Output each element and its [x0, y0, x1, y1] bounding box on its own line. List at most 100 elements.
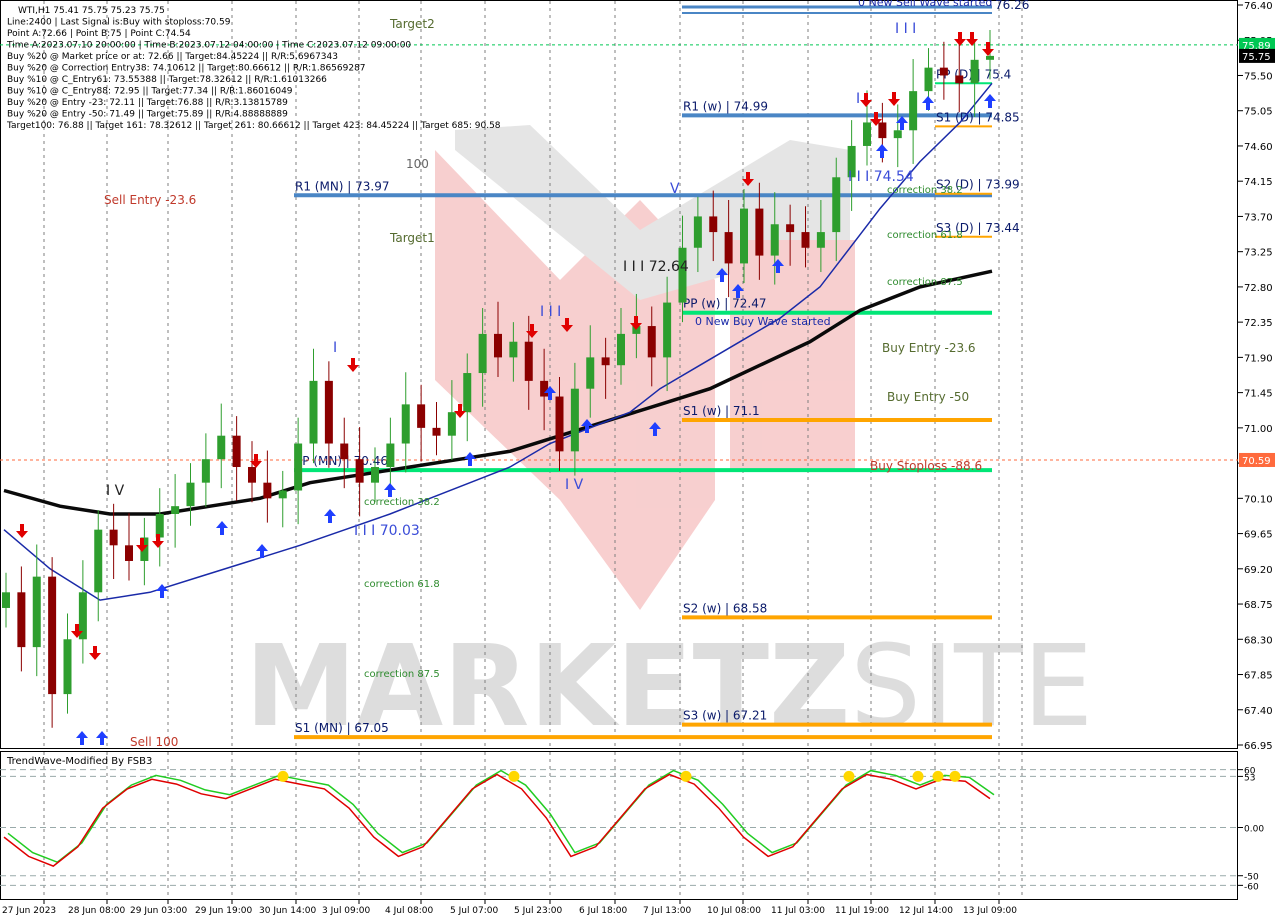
- indicator-tick-label: 0.00: [1244, 825, 1264, 835]
- oscillator-peak-dot: [932, 770, 944, 782]
- annotation-new-buy-wave: 0 New Buy Wave started: [695, 315, 831, 328]
- price-tick-label: 74.60: [1244, 142, 1273, 153]
- candle-body: [278, 490, 287, 499]
- annotation-top-right-value: 76.26: [995, 0, 1029, 12]
- annotation-correction-87-low: correction 87.5: [364, 669, 440, 680]
- info-line: Buy %20 @ Market price or at: 72.66 || T…: [7, 52, 338, 62]
- candle-body: [709, 216, 718, 233]
- candle-body: [63, 639, 72, 695]
- price-tick-label: 69.65: [1244, 530, 1273, 541]
- sell-arrow-icon: [347, 358, 359, 372]
- info-line: Buy %20 @ Entry -50: 71.49 || Target:75.…: [7, 110, 288, 120]
- candle-body: [724, 232, 733, 264]
- indicator-title: TrendWave-Modified By FSB3: [6, 756, 152, 767]
- annotation-new-sell-wave: 0 New Sell Wave started: [858, 0, 992, 9]
- price-tick-label: 72.35: [1244, 318, 1273, 329]
- time-label: 12 Jul 14:00: [899, 906, 953, 916]
- candle-body: [570, 388, 579, 452]
- sell-arrow-icon: [966, 32, 978, 46]
- sell-arrow-icon: [16, 524, 28, 538]
- annotation-roman-i: I: [333, 340, 337, 356]
- oscillator-peak-dot: [277, 770, 289, 782]
- info-line: Line:2400 | Last Signal is:Buy with stop…: [7, 18, 231, 28]
- annotation-wave-70: I I I 70.03: [354, 523, 420, 539]
- buy-arrow-icon: [984, 94, 996, 108]
- candle-body: [786, 224, 795, 233]
- candle-body: [17, 592, 26, 648]
- candle-body: [939, 67, 948, 76]
- candle-body: [263, 482, 272, 499]
- price-tick-label: 73.25: [1244, 248, 1273, 259]
- buy-arrow-icon: [384, 483, 396, 497]
- price-tick-label: 66.95: [1244, 741, 1273, 752]
- candle-body: [355, 459, 364, 483]
- buy-arrow-icon: [216, 521, 228, 535]
- candle-body: [340, 443, 349, 460]
- sell-arrow-icon: [888, 92, 900, 106]
- annotation-correction-87: correction 87.5: [887, 277, 963, 288]
- candle-body: [601, 357, 610, 366]
- indicator-frame: [0, 751, 1238, 900]
- candle-body: [878, 122, 887, 139]
- annotation-correction-38-low: correction 38.2: [364, 497, 440, 508]
- oscillator-peak-dot: [949, 770, 961, 782]
- candle-body: [432, 427, 441, 436]
- price-tick-label: 69.20: [1244, 565, 1273, 576]
- candle-body: [248, 467, 256, 483]
- candle-body: [371, 467, 379, 483]
- oscillator-red-line: [3, 773, 991, 867]
- price-tick-label: 67.85: [1244, 671, 1273, 682]
- annotation-wave-7454: I I I 74.54: [848, 169, 914, 185]
- annotation-roman-iii: I I I: [540, 304, 561, 320]
- annotation-target1: Target1: [389, 231, 435, 245]
- price-tick-label: 75.05: [1244, 107, 1273, 118]
- buy-arrow-icon: [76, 731, 88, 745]
- level-label: S1 (MN) | 67.05: [295, 721, 389, 735]
- annotation-roman-iii-2: I I I: [895, 21, 916, 37]
- buy-arrow-icon: [922, 96, 934, 110]
- level-label: R1 (w) | 74.99: [683, 99, 768, 113]
- candle-body: [109, 529, 118, 546]
- level-label: S2 (w) | 68.58: [683, 601, 767, 615]
- candle-body: [617, 333, 625, 366]
- time-label: 29 Jun 19:00: [195, 906, 252, 916]
- candle-body: [217, 435, 226, 460]
- indicator-tick-label: -50: [1244, 873, 1259, 883]
- candle-body: [294, 443, 303, 491]
- annotation-target2: Target2: [389, 17, 435, 31]
- candle-body: [955, 75, 964, 84]
- price-tick-label: 74.15: [1244, 177, 1273, 188]
- buy-arrow-icon: [464, 452, 476, 466]
- candle-body: [755, 208, 764, 256]
- candle-body: [986, 55, 994, 60]
- buy-arrow-icon: [156, 584, 168, 598]
- candle-body: [863, 122, 871, 146]
- annotation-buy-stoploss: Buy Stoploss -88.6: [870, 459, 982, 473]
- annotation-roman-iv-2: I V: [565, 477, 584, 493]
- candle-body: [232, 435, 241, 468]
- oscillator-peak-dot: [843, 770, 855, 782]
- candle-body: [463, 373, 472, 413]
- candle-body: [324, 380, 333, 444]
- level-label: S3 (w) | 67.21: [683, 709, 767, 723]
- annotation-100: 100: [406, 157, 429, 171]
- price-tick-label: 68.75: [1244, 600, 1273, 611]
- sell-arrow-icon: [954, 32, 966, 46]
- candle-body: [924, 67, 933, 92]
- candle-body: [801, 232, 810, 248]
- candle-body: [32, 576, 41, 648]
- candle-body: [509, 341, 518, 358]
- buy-arrow-icon: [324, 509, 336, 523]
- price-tick-label: 71.90: [1244, 353, 1273, 364]
- candle-body: [693, 216, 702, 248]
- annotation-roman-iv: I V: [106, 483, 125, 499]
- info-line: Buy %20 @ Entry -23: 72.11 || Target:76.…: [7, 98, 288, 108]
- price-tick-label: 71.00: [1244, 424, 1273, 435]
- buy-arrow-icon: [876, 144, 888, 158]
- annotation-sell-entry: Sell Entry -23.6: [104, 193, 196, 207]
- candle-body: [524, 341, 533, 381]
- time-label: 27 Jun 2023: [2, 906, 56, 916]
- level-label: S1 (D) | 74.85: [936, 110, 1020, 124]
- candle-body: [816, 232, 825, 248]
- time-label: 30 Jun 14:00: [259, 906, 316, 916]
